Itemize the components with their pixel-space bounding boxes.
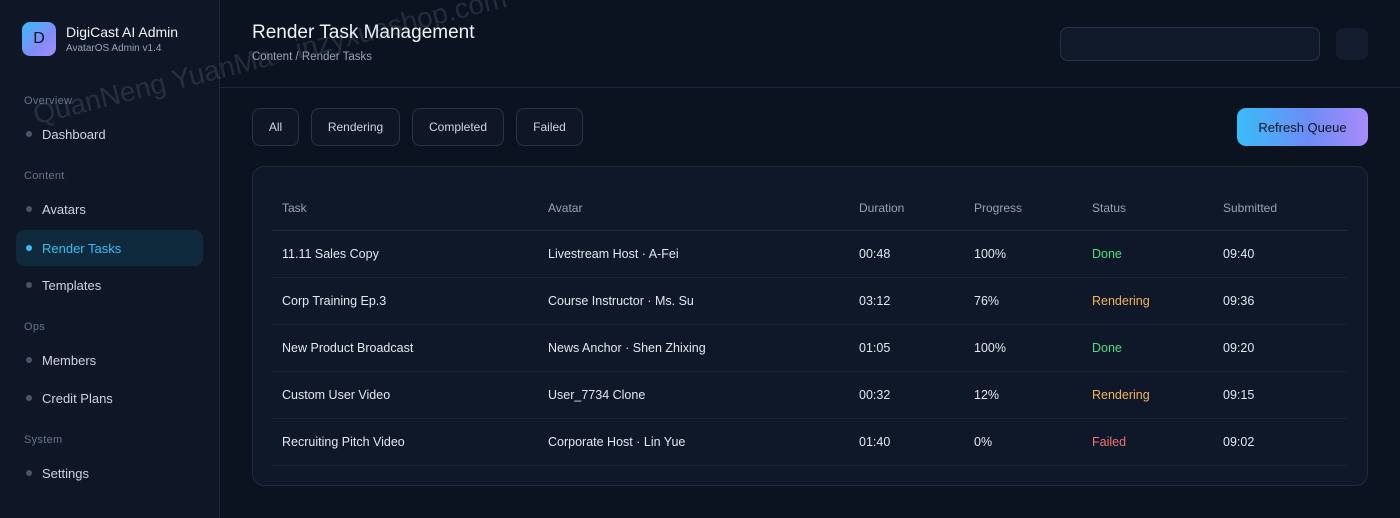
task-table-panel: Task Avatar Duration Progress Status Sub… <box>252 166 1368 486</box>
sidebar-item-label: Members <box>42 352 97 368</box>
sidebar-item-members[interactable]: Members <box>16 342 203 378</box>
status-badge: Done <box>1082 324 1213 372</box>
status-badge: Rendering <box>1082 371 1213 419</box>
cell-duration: 01:05 <box>849 324 964 372</box>
sidebar-item-avatars[interactable]: Avatars <box>16 191 203 227</box>
cell-task: New Product Broadcast <box>272 324 538 372</box>
refresh-queue-button[interactable]: Refresh Queue <box>1237 108 1368 146</box>
cell-task: Corp Training Ep.3 <box>272 277 538 325</box>
cell-task: Custom User Video <box>272 371 538 419</box>
nav-section-ops: Ops <box>24 321 46 333</box>
sidebar: D DigiCast AI Admin AvatarOS Admin v1.4 … <box>0 0 220 518</box>
cell-avatar: News Anchor · Shen Zhixing <box>538 324 849 372</box>
cell-task: Recruiting Pitch Video <box>272 418 538 466</box>
table-row[interactable]: Custom User Video User_7734 Clone 00:32 … <box>272 371 1347 419</box>
brand: D DigiCast AI Admin AvatarOS Admin v1.4 <box>22 22 178 56</box>
sidebar-item-render-tasks[interactable]: Render Tasks <box>16 230 203 266</box>
filter-all-button[interactable]: All <box>252 108 299 146</box>
sidebar-item-label: Avatars <box>42 201 86 217</box>
column-header-avatar[interactable]: Avatar <box>538 187 849 231</box>
cell-progress: 100% <box>964 324 1082 372</box>
column-header-duration[interactable]: Duration <box>849 187 964 231</box>
cell-submitted: 09:36 <box>1213 277 1347 325</box>
filter-failed-button[interactable]: Failed <box>516 108 583 146</box>
column-header-status[interactable]: Status <box>1082 187 1213 231</box>
bullet-icon <box>26 206 32 212</box>
bullet-icon <box>26 131 32 137</box>
bullet-icon <box>26 282 32 288</box>
sidebar-item-label: Credit Plans <box>42 390 113 406</box>
cell-avatar: Corporate Host · Lin Yue <box>538 418 849 466</box>
sidebar-item-credit-plans[interactable]: Credit Plans <box>16 380 203 416</box>
cell-submitted: 09:40 <box>1213 230 1347 278</box>
cell-duration: 01:40 <box>849 418 964 466</box>
cell-progress: 100% <box>964 230 1082 278</box>
cell-avatar: Livestream Host · A-Fei <box>538 230 849 278</box>
header-action-button[interactable] <box>1336 28 1368 60</box>
sidebar-item-templates[interactable]: Templates <box>16 267 203 303</box>
table-row[interactable]: 11.11 Sales Copy Livestream Host · A-Fei… <box>272 230 1347 278</box>
cell-submitted: 09:20 <box>1213 324 1347 372</box>
bullet-icon <box>26 470 32 476</box>
sidebar-item-settings[interactable]: Settings <box>16 455 203 491</box>
cell-progress: 12% <box>964 371 1082 419</box>
cell-submitted: 09:02 <box>1213 418 1347 466</box>
cell-submitted: 09:15 <box>1213 371 1347 419</box>
filter-completed-button[interactable]: Completed <box>412 108 504 146</box>
cell-duration: 03:12 <box>849 277 964 325</box>
cell-duration: 00:32 <box>849 371 964 419</box>
brand-title: DigiCast AI Admin <box>66 23 179 40</box>
sidebar-item-label: Dashboard <box>42 126 106 142</box>
table-header-row: Task Avatar Duration Progress Status Sub… <box>272 187 1347 231</box>
breadcrumb: Content / Render Tasks <box>252 51 372 63</box>
filter-rendering-button[interactable]: Rendering <box>311 108 400 146</box>
column-header-task[interactable]: Task <box>272 187 538 231</box>
table-row[interactable]: Corp Training Ep.3 Course Instructor · M… <box>272 277 1347 325</box>
sidebar-item-label: Settings <box>42 465 89 481</box>
bullet-icon <box>26 357 32 363</box>
search-input[interactable] <box>1060 27 1320 61</box>
brand-subtitle: AvatarOS Admin v1.4 <box>66 42 162 54</box>
status-badge: Done <box>1082 230 1213 278</box>
status-badge: Rendering <box>1082 277 1213 325</box>
column-header-submitted[interactable]: Submitted <box>1213 187 1347 231</box>
page-title: Render Task Management <box>252 22 475 43</box>
bullet-icon <box>26 245 32 251</box>
sidebar-item-label: Render Tasks <box>42 240 122 256</box>
status-badge: Failed <box>1082 418 1213 466</box>
column-header-progress[interactable]: Progress <box>964 187 1082 231</box>
nav-section-overview: Overview <box>24 95 73 107</box>
bullet-icon <box>26 395 32 401</box>
table-row[interactable]: New Product Broadcast News Anchor · Shen… <box>272 324 1347 372</box>
sidebar-item-label: Templates <box>42 277 102 293</box>
cell-progress: 0% <box>964 418 1082 466</box>
nav-section-system: System <box>24 434 63 446</box>
sidebar-item-dashboard[interactable]: Dashboard <box>16 116 203 152</box>
nav-section-content: Content <box>24 170 65 182</box>
table-row[interactable]: Recruiting Pitch Video Corporate Host · … <box>272 418 1347 466</box>
task-table: Task Avatar Duration Progress Status Sub… <box>272 187 1347 466</box>
cell-progress: 76% <box>964 277 1082 325</box>
cell-avatar: Course Instructor · Ms. Su <box>538 277 849 325</box>
cell-duration: 00:48 <box>849 230 964 278</box>
cell-task: 11.11 Sales Copy <box>272 230 538 278</box>
brand-logo: D <box>22 22 56 56</box>
page-header: Render Task Management Content / Render … <box>220 0 1400 88</box>
cell-avatar: User_7734 Clone <box>538 371 849 419</box>
